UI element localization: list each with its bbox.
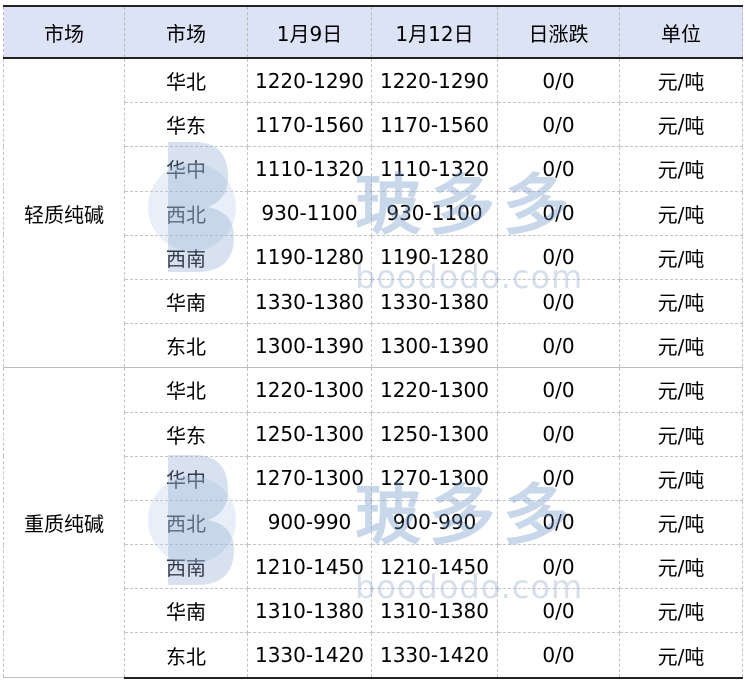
jan9-price-cell: 1110-1320: [247, 146, 372, 192]
product-name-cell: 重质纯碱: [3, 367, 125, 679]
region-cell: 华南: [124, 278, 248, 325]
unit-cell: 元/吨: [619, 278, 743, 325]
header-daily-change: 日涨跌: [497, 5, 620, 59]
jan9-price-cell: 1250-1300: [247, 411, 372, 457]
region-cell: 华南: [124, 588, 248, 634]
region-cell: 华中: [124, 146, 248, 192]
unit-cell: 元/吨: [619, 57, 743, 104]
jan9-price-cell: 1310-1380: [247, 588, 372, 634]
table-row: 轻质纯碱 华北 1220-1290 1220-1290 0/0 元/吨: [3, 57, 743, 369]
region-cell: 华东: [124, 411, 248, 457]
unit-cell: 元/吨: [619, 234, 743, 280]
jan12-price-cell: 1330-1380: [371, 278, 498, 325]
region-cell: 西南: [124, 234, 248, 280]
unit-cell: 元/吨: [619, 499, 743, 546]
jan9-price-cell: 930-1100: [247, 190, 372, 236]
unit-cell: 元/吨: [619, 190, 743, 236]
daily-change-cell: 0/0: [497, 57, 620, 104]
daily-change-cell: 0/0: [497, 278, 620, 325]
product-name-cell: 轻质纯碱: [3, 57, 125, 369]
jan9-price-cell: 900-990: [247, 499, 372, 546]
jan12-price-cell: 1310-1380: [371, 588, 498, 634]
unit-cell: 元/吨: [619, 146, 743, 192]
jan9-price-cell: 1190-1280: [247, 234, 372, 280]
daily-change-cell: 0/0: [497, 411, 620, 457]
jan9-price-cell: 1330-1380: [247, 278, 372, 325]
header-unit: 单位: [619, 5, 743, 59]
region-cell: 华中: [124, 455, 248, 501]
region-cell: 东北: [124, 632, 248, 679]
jan12-price-cell: 1170-1560: [371, 102, 498, 148]
daily-change-cell: 0/0: [497, 588, 620, 634]
unit-cell: 元/吨: [619, 455, 743, 501]
header-product-market: 市场: [3, 5, 125, 59]
daily-change-cell: 0/0: [497, 234, 620, 280]
header-region-market: 市场: [124, 5, 248, 59]
jan12-price-cell: 1270-1300: [371, 455, 498, 501]
unit-cell: 元/吨: [619, 323, 743, 369]
jan12-price-cell: 1300-1390: [371, 323, 498, 369]
table-row: 重质纯碱 华北 1220-1300 1220-1300 0/0 元/吨: [3, 367, 743, 679]
unit-cell: 元/吨: [619, 367, 743, 413]
jan12-price-cell: 1190-1280: [371, 234, 498, 280]
region-cell: 西北: [124, 190, 248, 236]
jan9-price-cell: 1220-1290: [247, 57, 372, 104]
daily-change-cell: 0/0: [497, 367, 620, 413]
daily-change-cell: 0/0: [497, 499, 620, 546]
daily-change-cell: 0/0: [497, 323, 620, 369]
daily-change-cell: 0/0: [497, 632, 620, 679]
unit-cell: 元/吨: [619, 588, 743, 634]
unit-cell: 元/吨: [619, 632, 743, 679]
daily-change-cell: 0/0: [497, 102, 620, 148]
jan9-price-cell: 1330-1420: [247, 632, 372, 679]
header-row: 市场 市场 1月9日 1月12日 日涨跌 单位: [3, 5, 743, 59]
unit-cell: 元/吨: [619, 102, 743, 148]
header-jan12: 1月12日: [371, 5, 498, 59]
jan12-price-cell: 1210-1450: [371, 544, 498, 590]
daily-change-cell: 0/0: [497, 544, 620, 590]
daily-change-cell: 0/0: [497, 190, 620, 236]
header-jan9: 1月9日: [247, 5, 372, 59]
daily-change-cell: 0/0: [497, 146, 620, 192]
jan12-price-cell: 1220-1290: [371, 57, 498, 104]
jan9-price-cell: 1300-1390: [247, 323, 372, 369]
jan12-price-cell: 930-1100: [371, 190, 498, 236]
unit-cell: 元/吨: [619, 544, 743, 590]
jan9-price-cell: 1220-1300: [247, 367, 372, 413]
jan9-price-cell: 1210-1450: [247, 544, 372, 590]
region-cell: 东北: [124, 323, 248, 369]
jan12-price-cell: 1220-1300: [371, 367, 498, 413]
jan12-price-cell: 1250-1300: [371, 411, 498, 457]
jan12-price-cell: 1110-1320: [371, 146, 498, 192]
region-cell: 华北: [124, 57, 248, 104]
jan12-price-cell: 900-990: [371, 499, 498, 546]
jan12-price-cell: 1330-1420: [371, 632, 498, 679]
jan9-price-cell: 1270-1300: [247, 455, 372, 501]
daily-change-cell: 0/0: [497, 455, 620, 501]
region-cell: 西北: [124, 499, 248, 546]
region-cell: 西南: [124, 544, 248, 590]
region-cell: 华东: [124, 102, 248, 148]
region-cell: 华北: [124, 367, 248, 413]
jan9-price-cell: 1170-1560: [247, 102, 372, 148]
price-table: 市场 市场 1月9日 1月12日 日涨跌 单位 轻质纯碱 华北 1220-1290 1…: [3, 5, 743, 679]
unit-cell: 元/吨: [619, 411, 743, 457]
